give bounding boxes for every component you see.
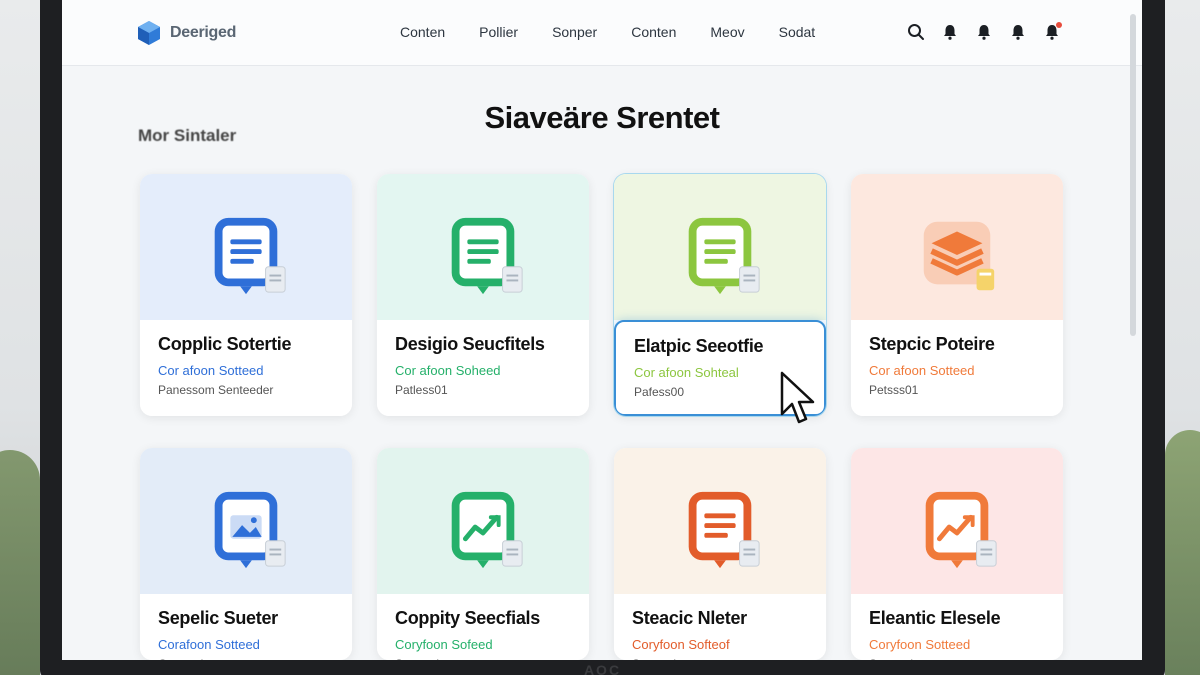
card-title: Steacic Nleter <box>632 608 747 628</box>
card-subtitle: Coryfoon Sofeed <box>395 637 493 652</box>
notification-dot <box>1056 22 1062 28</box>
card-body: Eleantic Elesele Coryfoon Sotteed Sosteed <box>851 594 1063 660</box>
bell-icon[interactable] <box>1042 22 1062 42</box>
card-thumbnail <box>614 448 826 594</box>
search-icon[interactable] <box>906 22 926 42</box>
card-thumbnail <box>377 174 589 320</box>
content-card[interactable]: Eleantic Elesele Coryfoon Sotteed Sosteed <box>851 448 1063 660</box>
logo-text: Deeriged <box>170 24 237 41</box>
page-title: Siaveäre Srentet <box>484 100 720 135</box>
logo[interactable]: Deeriged <box>136 20 236 46</box>
card-body: Desigio Seucfitels Cor afoon Soheed Patles… <box>377 320 589 416</box>
card-meta: Petsss01 <box>869 383 919 397</box>
card-subtitle: Coryfoon Sotteed <box>869 637 971 652</box>
nav-link-sonper[interactable]: Sonper <box>552 24 597 40</box>
screen: Deeriged Conten Pollier Sonper Conten Me… <box>62 0 1142 660</box>
content-card[interactable]: Copplic Sotertie Cor afoon Sotteed Panesso… <box>140 174 352 416</box>
card-meta: Sosteed <box>395 657 571 660</box>
bell-icon[interactable] <box>940 22 960 42</box>
nav-link-conten-2[interactable]: Conten <box>631 24 676 40</box>
card-title: Coppity Seecfials <box>395 608 540 628</box>
card-title: Eleantic Elesele <box>869 608 1001 628</box>
document-icon <box>675 484 765 574</box>
nav-link-meov[interactable]: Meov <box>710 24 744 40</box>
nav-links: Conten Pollier Sonper Conten Meov Sodat <box>400 24 815 40</box>
mouse-cursor-icon <box>778 370 818 428</box>
card-title: Elatpic Seeotfie <box>634 336 764 356</box>
top-nav: Deeriged Conten Pollier Sonper Conten Me… <box>62 0 1142 66</box>
bell-icon[interactable] <box>1008 22 1028 42</box>
card-thumbnail <box>140 448 352 594</box>
image-document-icon <box>201 484 291 574</box>
card-title: Desigio Seucfitels <box>395 334 545 354</box>
content-card[interactable]: Stepcic Poteire Cor afoon Sotteed Petsss01 <box>851 174 1063 416</box>
card-title: Sepelic Sueter <box>158 608 278 628</box>
card-thumbnail <box>614 174 826 320</box>
bell-icon[interactable] <box>974 22 994 42</box>
card-title: Copplic Sotertie <box>158 334 292 354</box>
card-body: Steacic Nleter Coryfoon Softeof Sosteed <box>614 594 826 660</box>
card-meta: Panessom Senteeder <box>158 383 274 397</box>
card-subtitle: Cor afoon Sotteed <box>869 363 975 378</box>
card-meta: Corsaed <box>158 657 334 660</box>
card-body: Copplic Sotertie Cor afoon Sotteed Panesso… <box>140 320 352 416</box>
card-title: Stepcic Poteire <box>869 334 995 354</box>
card-meta: Sosteed <box>632 657 808 660</box>
document-icon <box>201 210 291 300</box>
scrollbar[interactable] <box>1130 14 1136 336</box>
card-subtitle: Cor afoon Sotteed <box>158 363 264 378</box>
document-icon <box>438 210 528 300</box>
chart-document-icon <box>912 484 1002 574</box>
nav-link-pollier[interactable]: Pollier <box>479 24 518 40</box>
card-meta: Sosteed <box>869 657 1045 660</box>
card-body: Stepcic Poteire Cor afoon Sotteed Petsss01 <box>851 320 1063 416</box>
card-thumbnail <box>140 174 352 320</box>
card-thumbnail <box>851 174 1063 320</box>
content-card[interactable]: Coppity Seecfials Coryfoon Sofeed Sosteed <box>377 448 589 660</box>
monitor-brand: AOC <box>583 662 622 675</box>
logo-icon <box>136 20 162 46</box>
card-thumbnail <box>377 448 589 594</box>
card-subtitle: Corafoon Sotteed <box>158 637 260 652</box>
card-subtitle: Coryfoon Softeof <box>632 637 730 652</box>
content-card[interactable]: Desigio Seucfitels Cor afoon Soheed Patles… <box>377 174 589 416</box>
card-thumbnail <box>851 448 1063 594</box>
nav-link-conten[interactable]: Conten <box>400 24 445 40</box>
card-body: Sepelic Sueter Corafoon Sotteed Corsaed <box>140 594 352 660</box>
nav-icons <box>906 22 1062 42</box>
nav-link-sodat[interactable]: Sodat <box>779 24 816 40</box>
plant-right <box>1165 430 1200 675</box>
content-card[interactable]: Sepelic Sueter Corafoon Sotteed Corsaed <box>140 448 352 660</box>
content-card[interactable]: Steacic Nleter Coryfoon Softeof Sosteed <box>614 448 826 660</box>
card-subtitle: Cor afoon Soheed <box>395 363 501 378</box>
layers-icon <box>912 210 1002 300</box>
chart-document-icon <box>438 484 528 574</box>
card-meta: Patless01 <box>395 383 448 397</box>
card-body: Coppity Seecfials Coryfoon Sofeed Sosteed <box>377 594 589 660</box>
document-icon <box>675 210 765 300</box>
plant-left <box>0 450 40 675</box>
